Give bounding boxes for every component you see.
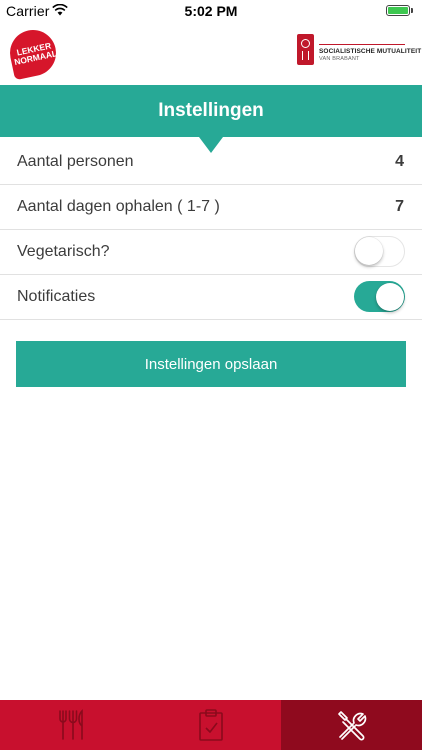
- status-bar: Carrier 5:02 PM: [0, 0, 422, 22]
- setting-row-days[interactable]: Aantal dagen ophalen ( 1-7 ) 7: [0, 185, 422, 230]
- vegetarian-toggle[interactable]: [354, 236, 405, 267]
- tab-bar: [0, 700, 422, 750]
- setting-label: Aantal personen: [17, 153, 134, 170]
- tools-icon: [337, 711, 366, 741]
- lekker-normaal-logo: LEKKER NORMAAL: [5, 25, 61, 81]
- notifications-toggle[interactable]: [354, 281, 405, 312]
- title-bar: Instellingen: [0, 85, 422, 153]
- battery-tip: [411, 8, 413, 13]
- logo-right-line1: SOCIALISTISCHE MUTUALITEIT: [319, 48, 422, 55]
- setting-row-persons[interactable]: Aantal personen 4: [0, 140, 422, 185]
- clipboard-check-icon: [199, 709, 223, 741]
- mutualiteit-emblem-icon: [297, 34, 314, 65]
- setting-label: Aantal dagen ophalen ( 1-7 ): [17, 198, 220, 215]
- tab-recipes[interactable]: [0, 700, 141, 750]
- page-title: Instellingen: [158, 100, 264, 121]
- mutualiteit-logo: SOCIALISTISCHE MUTUALITEIT VAN BRABANT: [297, 34, 421, 68]
- setting-label: Notificaties: [17, 288, 96, 305]
- setting-value[interactable]: 4: [395, 153, 404, 171]
- settings-list: Aantal personen 4 Aantal dagen ophalen (…: [0, 140, 422, 320]
- tab-settings[interactable]: [281, 700, 422, 750]
- setting-value[interactable]: 7: [395, 198, 404, 216]
- battery-icon: [386, 5, 410, 16]
- save-settings-button[interactable]: Instellingen opslaan: [16, 341, 406, 387]
- setting-row-notifications: Notificaties: [0, 275, 422, 320]
- logo-header: LEKKER NORMAAL SOCIALISTISCHE MUTUALITEI…: [0, 22, 422, 85]
- logo-right-line2: VAN BRABANT: [319, 56, 360, 62]
- fork-knife-icon: [58, 709, 83, 740]
- setting-row-vegetarian: Vegetarisch?: [0, 230, 422, 275]
- setting-label: Vegetarisch?: [17, 243, 110, 260]
- status-time: 5:02 PM: [184, 3, 238, 19]
- tab-shopping-list[interactable]: [141, 700, 281, 750]
